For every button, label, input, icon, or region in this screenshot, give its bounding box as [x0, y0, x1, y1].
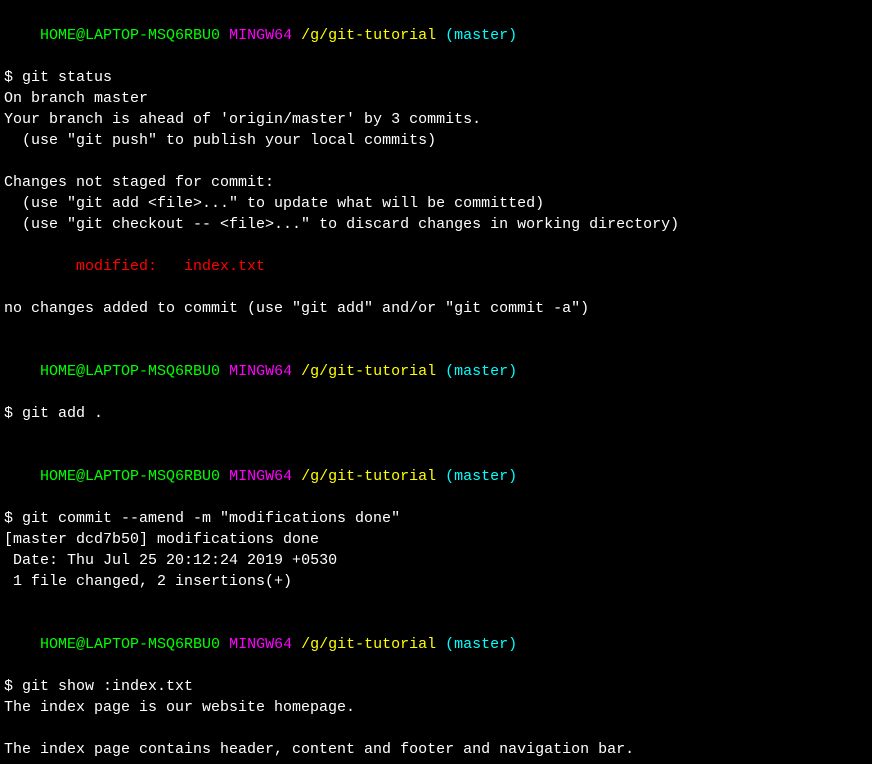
user-host: HOME@LAPTOP-MSQ6RBU0	[40, 363, 220, 380]
blank-line	[4, 235, 868, 256]
shell-name: MINGW64	[229, 636, 292, 653]
cwd-path: /g/git-tutorial	[301, 27, 436, 44]
user-host: HOME@LAPTOP-MSQ6RBU0	[40, 468, 220, 485]
prompt-line: HOME@LAPTOP-MSQ6RBU0 MINGW64 /g/git-tuto…	[4, 613, 868, 676]
output-line: The index page contains header, content …	[4, 739, 868, 760]
branch-name: (master)	[445, 27, 517, 44]
command-line[interactable]: $ git status	[4, 67, 868, 88]
blank-line	[4, 277, 868, 298]
blank-line	[4, 424, 868, 445]
blank-line	[4, 718, 868, 739]
shell-name: MINGW64	[229, 468, 292, 485]
output-line: The index page is our website homepage.	[4, 697, 868, 718]
output-line: On branch master	[4, 88, 868, 109]
output-line: 1 file changed, 2 insertions(+)	[4, 571, 868, 592]
output-line: no changes added to commit (use "git add…	[4, 298, 868, 319]
shell-name: MINGW64	[229, 363, 292, 380]
output-line: Changes not staged for commit:	[4, 172, 868, 193]
cwd-path: /g/git-tutorial	[301, 636, 436, 653]
output-line: (use "git checkout -- <file>..." to disc…	[4, 214, 868, 235]
blank-line	[4, 319, 868, 340]
branch-name: (master)	[445, 636, 517, 653]
modified-file-line: modified: index.txt	[4, 256, 868, 277]
output-line: [master dcd7b50] modifications done	[4, 529, 868, 550]
shell-name: MINGW64	[229, 27, 292, 44]
terminal-output: HOME@LAPTOP-MSQ6RBU0 MINGW64 /g/git-tuto…	[4, 4, 868, 760]
output-line: Your branch is ahead of 'origin/master' …	[4, 109, 868, 130]
user-host: HOME@LAPTOP-MSQ6RBU0	[40, 636, 220, 653]
branch-name: (master)	[445, 468, 517, 485]
blank-line	[4, 151, 868, 172]
prompt-line: HOME@LAPTOP-MSQ6RBU0 MINGW64 /g/git-tuto…	[4, 445, 868, 508]
branch-name: (master)	[445, 363, 517, 380]
cwd-path: /g/git-tutorial	[301, 363, 436, 380]
blank-line	[4, 592, 868, 613]
command-line[interactable]: $ git show :index.txt	[4, 676, 868, 697]
command-line[interactable]: $ git commit --amend -m "modifications d…	[4, 508, 868, 529]
output-line: (use "git add <file>..." to update what …	[4, 193, 868, 214]
prompt-line: HOME@LAPTOP-MSQ6RBU0 MINGW64 /g/git-tuto…	[4, 4, 868, 67]
output-line: Date: Thu Jul 25 20:12:24 2019 +0530	[4, 550, 868, 571]
output-line: (use "git push" to publish your local co…	[4, 130, 868, 151]
command-line[interactable]: $ git add .	[4, 403, 868, 424]
user-host: HOME@LAPTOP-MSQ6RBU0	[40, 27, 220, 44]
prompt-line: HOME@LAPTOP-MSQ6RBU0 MINGW64 /g/git-tuto…	[4, 340, 868, 403]
cwd-path: /g/git-tutorial	[301, 468, 436, 485]
